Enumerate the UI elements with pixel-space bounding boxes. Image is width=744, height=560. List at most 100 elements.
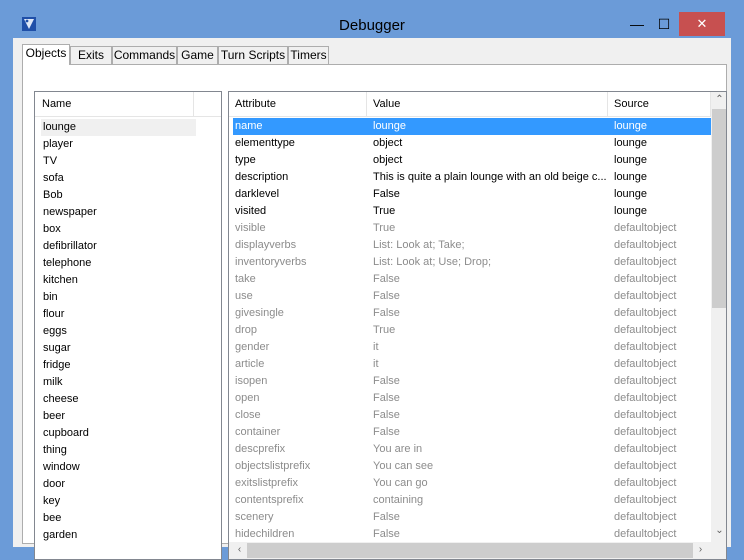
table-row[interactable]: scenery False defaultobject [233,509,711,526]
table-row[interactable]: drop True defaultobject [233,322,711,339]
list-item[interactable]: player [41,136,196,153]
table-row[interactable]: exitslistprefix You can go defaultobject [233,475,711,492]
source-cell: defaultobject [614,256,677,268]
list-item[interactable]: key [41,493,196,510]
table-row[interactable]: use False defaultobject [233,288,711,305]
list-item[interactable]: milk [41,374,196,391]
tab-exits[interactable]: Exits [70,46,112,64]
source-cell: lounge [614,171,648,183]
tab-commands[interactable]: Commands [112,46,177,64]
tab-turn-scripts[interactable]: Turn Scripts [218,46,288,64]
source-cell: defaultobject [614,409,677,421]
table-row[interactable]: contentsprefix containing defaultobject [233,492,711,509]
list-item[interactable]: cupboard [41,425,196,442]
list-item[interactable]: defibrillator [41,238,196,255]
list-item[interactable]: TV [41,153,196,170]
table-row[interactable]: container False defaultobject [233,424,711,441]
table-row[interactable]: hidechildren False defaultobject [233,526,711,543]
table-row[interactable]: visited True lounge [233,203,711,220]
column-header-value[interactable]: Value [367,92,608,116]
value-cell: This is quite a plain lounge with an old… [373,171,607,183]
scroll-up-icon[interactable]: ⌃ [711,94,726,109]
objects-list[interactable]: Name lounge player TV sofa Bob newspaper box de… [34,91,222,560]
list-item[interactable]: lounge [41,119,196,136]
source-cell: defaultobject [614,511,677,523]
attribute-cell: name [235,120,263,132]
table-row[interactable]: isopen False defaultobject [233,373,711,390]
scroll-down-icon[interactable]: ⌄ [711,525,726,540]
scroll-left-icon[interactable]: ‹ [232,544,247,557]
table-row[interactable]: elementtype object lounge [233,135,711,152]
value-cell: List: Look at; Take; [373,239,465,251]
attribute-cell: elementtype [235,137,295,149]
list-item[interactable]: window [41,459,196,476]
list-item[interactable]: eggs [41,323,196,340]
list-item[interactable]: garden [41,527,196,544]
attributes-table[interactable]: Attribute Value Source name lounge lounge e… [228,91,727,560]
table-row[interactable]: givesingle False defaultobject [233,305,711,322]
value-cell: False [373,511,400,523]
table-row[interactable]: type object lounge [233,152,711,169]
close-button[interactable]: ✕ [679,12,725,36]
list-item[interactable]: Bob [41,187,196,204]
list-item[interactable]: fridge [41,357,196,374]
list-item[interactable]: beer [41,408,196,425]
table-row[interactable]: displayverbs List: Look at; Take; defaulto… [233,237,711,254]
list-item[interactable]: telephone [41,255,196,272]
horizontal-scroll-thumb[interactable] [247,543,693,558]
objects-tab-panel: Name lounge player TV sofa Bob newspaper box de… [22,64,727,560]
list-item[interactable]: newspaper [41,204,196,221]
list-item[interactable]: thing [41,442,196,459]
table-row[interactable]: close False defaultobject [233,407,711,424]
list-item[interactable]: cheese [41,391,196,408]
list-item[interactable]: bee [41,510,196,527]
value-cell: False [373,392,400,404]
attribute-cell: close [235,409,261,421]
title-bar[interactable]: Debugger — ☐ ✕ [0,0,744,38]
tab-game[interactable]: Game [177,46,218,64]
list-item[interactable]: bin [41,289,196,306]
source-cell: defaultobject [614,426,677,438]
value-cell: List: Look at; Use; Drop; [373,256,491,268]
list-item[interactable]: box [41,221,196,238]
attribute-cell: objectslistprefix [235,460,311,472]
table-row[interactable]: descprefix You are in defaultobject [233,441,711,458]
minimize-button[interactable]: — [624,12,650,36]
table-row[interactable]: darklevel False lounge [233,186,711,203]
column-header-name[interactable]: Name [35,92,194,116]
table-row[interactable]: article it defaultobject [233,356,711,373]
table-row[interactable]: visible True defaultobject [233,220,711,237]
vertical-scroll-thumb[interactable] [712,109,726,308]
table-row[interactable]: take False defaultobject [233,271,711,288]
value-cell: False [373,307,400,319]
source-cell: defaultobject [614,290,677,302]
value-cell: False [373,273,400,285]
table-row[interactable]: open False defaultobject [233,390,711,407]
list-item[interactable]: sugar [41,340,196,357]
table-row[interactable]: inventoryverbs List: Look at; Use; Drop; d… [233,254,711,271]
tab-timers[interactable]: Timers [288,46,329,64]
source-cell: lounge [614,154,648,166]
list-item[interactable]: door [41,476,196,493]
maximize-button[interactable]: ☐ [650,12,678,36]
table-row[interactable]: objectslistprefix You can see defaultobjec… [233,458,711,475]
source-cell: defaultobject [614,494,677,506]
value-cell: it [373,341,379,353]
list-item[interactable]: flour [41,306,196,323]
horizontal-scrollbar[interactable]: ‹ › [229,542,711,559]
list-item[interactable]: kitchen [41,272,196,289]
attribute-cell: use [235,290,253,302]
table-row[interactable]: name lounge lounge [233,118,711,135]
vertical-scrollbar[interactable]: ⌃ ⌄ [711,92,726,542]
column-header-attribute[interactable]: Attribute [229,92,367,116]
table-row[interactable]: description This is quite a plain lounge … [233,169,711,186]
objects-list-rows: lounge player TV sofa Bob newspaper box defibri… [41,119,196,544]
value-cell: False [373,409,400,421]
scroll-right-icon[interactable]: › [693,544,708,557]
list-item[interactable]: sofa [41,170,196,187]
value-cell: True [373,205,396,217]
table-row[interactable]: gender it defaultobject [233,339,711,356]
column-header-source[interactable]: Source [608,92,711,116]
tab-objects[interactable]: Objects [22,44,70,65]
value-cell: False [373,290,400,302]
